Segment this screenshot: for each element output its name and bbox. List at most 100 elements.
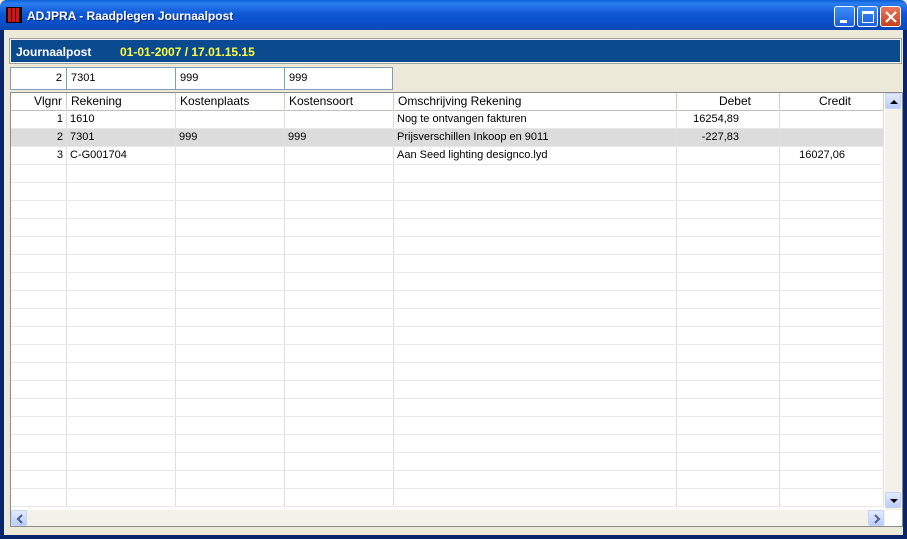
cell-credit (780, 381, 884, 398)
empty-table-row[interactable] (11, 255, 884, 273)
scroll-right-button[interactable] (868, 510, 884, 526)
empty-table-row[interactable] (11, 165, 884, 183)
cell-credit (780, 345, 884, 362)
empty-table-row[interactable] (11, 237, 884, 255)
cell-kostenplaats (176, 399, 285, 416)
cell-kostenplaats (176, 381, 285, 398)
cell-debet (677, 183, 780, 200)
cell-kostensoort (285, 381, 394, 398)
cell-omschrijving (394, 237, 677, 254)
grid-header: Vlgnr Rekening Kostenplaats Kostensoort … (11, 93, 884, 111)
cell-debet (677, 435, 780, 452)
table-row[interactable]: 3 C-G001704 Aan Seed lighting designco.lyd… (11, 147, 884, 165)
cell-kostensoort (285, 201, 394, 218)
empty-table-row[interactable] (11, 291, 884, 309)
cell-omschrijving (394, 489, 677, 506)
vertical-scrollbar[interactable] (885, 93, 902, 510)
journal-label: Journaalpost (16, 45, 92, 59)
cell-rekening (67, 255, 176, 272)
cell-vlgnr (11, 489, 67, 506)
cell-debet (677, 417, 780, 434)
column-header-vlgnr[interactable]: Vlgnr (11, 93, 67, 111)
cell-credit (780, 129, 884, 146)
cell-vlgnr (11, 201, 67, 218)
cell-omschrijving (394, 183, 677, 200)
cell-rekening (67, 309, 176, 326)
cell-kostensoort (285, 399, 394, 416)
cell-debet (677, 273, 780, 290)
scroll-up-button[interactable] (885, 93, 901, 109)
empty-table-row[interactable] (11, 183, 884, 201)
empty-table-row[interactable] (11, 489, 884, 507)
cell-kostenplaats (176, 201, 285, 218)
cell-kostensoort (285, 237, 394, 254)
selected-kostenplaats-field[interactable]: 999 (176, 68, 285, 89)
cell-credit (780, 327, 884, 344)
empty-table-row[interactable] (11, 309, 884, 327)
empty-table-row[interactable] (11, 417, 884, 435)
empty-table-row[interactable] (11, 219, 884, 237)
cell-credit (780, 183, 884, 200)
selected-vlgnr-field[interactable]: 2 (11, 68, 67, 89)
scroll-left-button[interactable] (11, 510, 27, 526)
cell-credit (780, 111, 884, 128)
empty-table-row[interactable] (11, 399, 884, 417)
app-icon[interactable] (6, 7, 22, 23)
empty-table-row[interactable] (11, 201, 884, 219)
selected-rekening-field[interactable]: 7301 (67, 68, 176, 89)
column-header-omschrijving[interactable]: Omschrijving Rekening (394, 93, 677, 111)
cell-rekening (67, 165, 176, 182)
column-header-debet[interactable]: Debet (677, 93, 780, 111)
cell-omschrijving (394, 381, 677, 398)
minimize-button[interactable] (834, 6, 855, 27)
maximize-button[interactable] (857, 6, 878, 27)
empty-table-row[interactable] (11, 363, 884, 381)
minimize-icon (840, 20, 847, 23)
selected-kostensoort-field[interactable]: 999 (285, 68, 392, 89)
empty-table-row[interactable] (11, 471, 884, 489)
empty-table-row[interactable] (11, 327, 884, 345)
column-header-credit[interactable]: Credit (780, 93, 884, 111)
cell-kostensoort (285, 165, 394, 182)
empty-table-row[interactable] (11, 453, 884, 471)
column-header-kostensoort[interactable]: Kostensoort (285, 93, 394, 111)
empty-table-row[interactable] (11, 345, 884, 363)
cell-credit (780, 363, 884, 380)
cell-rekening: 1610 (67, 111, 176, 128)
arrow-right-icon (874, 514, 881, 524)
cell-kostensoort (285, 435, 394, 452)
column-header-rekening[interactable]: Rekening (67, 93, 176, 111)
cell-rekening (67, 219, 176, 236)
cell-vlgnr (11, 165, 67, 182)
cell-omschrijving (394, 327, 677, 344)
cell-omschrijving (394, 363, 677, 380)
cell-kostensoort (285, 111, 394, 128)
cell-kostensoort (285, 183, 394, 200)
cell-vlgnr (11, 381, 67, 398)
journal-header: Journaalpost 01-01-2007 / 17.01.15.15 (9, 38, 902, 64)
journal-grid[interactable]: Vlgnr Rekening Kostenplaats Kostensoort … (10, 92, 903, 527)
table-row[interactable]: 2 7301 999 999 Prijsverschillen Inkoop en 90… (11, 129, 884, 147)
scroll-down-button[interactable] (885, 492, 901, 508)
cell-debet (677, 399, 780, 416)
cell-kostenplaats (176, 345, 285, 362)
arrow-up-icon (890, 100, 898, 104)
cell-kostenplaats (176, 435, 285, 452)
empty-table-row[interactable] (11, 435, 884, 453)
cell-omschrijving (394, 201, 677, 218)
column-header-kostenplaats[interactable]: Kostenplaats (176, 93, 285, 111)
cell-omschrijving (394, 255, 677, 272)
horizontal-scrollbar[interactable] (11, 510, 885, 526)
cell-kostenplaats (176, 237, 285, 254)
cell-rekening: C-G001704 (67, 147, 176, 164)
cell-omschrijving (394, 219, 677, 236)
title-bar[interactable]: ADJPRA - Raadplegen Journaalpost (0, 0, 907, 30)
empty-table-row[interactable] (11, 381, 884, 399)
cell-kostenplaats (176, 165, 285, 182)
close-button[interactable] (880, 6, 901, 27)
table-row[interactable]: 1 1610 Nog te ontvangen fakturen 16254,89 (11, 111, 884, 129)
empty-table-row[interactable] (11, 273, 884, 291)
cell-credit (780, 273, 884, 290)
close-icon (885, 11, 897, 23)
cell-omschrijving (394, 291, 677, 308)
